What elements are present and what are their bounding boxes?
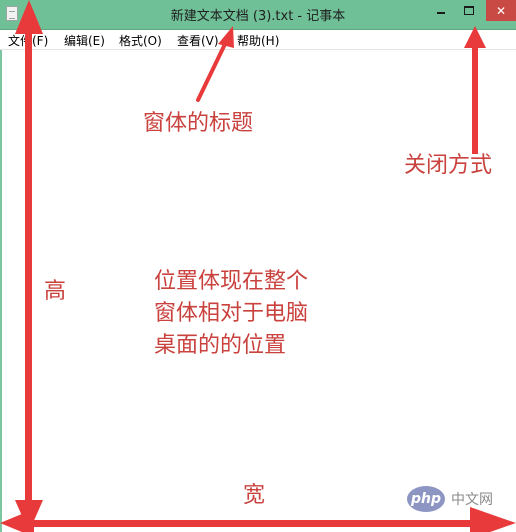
close-icon: ✕ (495, 3, 507, 18)
watermark-site-text: 中文网 (451, 492, 493, 508)
title-annotation: 窗体的标题 (143, 111, 254, 136)
menu-view[interactable]: 查看(V) (177, 32, 219, 49)
menu-file[interactable]: 文件(F) (8, 32, 48, 49)
menu-help[interactable]: 帮助(H) (237, 32, 279, 49)
minimize-button[interactable] (430, 0, 452, 21)
title-bar[interactable]: 新建文本文档 (3).txt - 记事本 ✕ (0, 0, 516, 30)
php-logo-icon: php (407, 486, 445, 512)
maximize-icon (464, 6, 474, 15)
notepad-window: 新建文本文档 (3).txt - 记事本 ✕ 文件(F) 编辑(E) 格式(O)… (0, 0, 516, 532)
width-annotation: 宽 (243, 483, 266, 508)
position-line-2: 窗体相对于电脑 (154, 300, 309, 326)
close-annotation: 关闭方式 (404, 153, 493, 178)
menu-bar: 文件(F) 编辑(E) 格式(O) 查看(V) 帮助(H) (0, 30, 516, 50)
watermark: php 中文网 (407, 486, 493, 512)
height-annotation: 高 (44, 279, 67, 304)
menu-edit[interactable]: 编辑(E) (64, 32, 105, 49)
position-line-3: 桌面的的位置 (154, 332, 287, 358)
maximize-button[interactable] (456, 0, 482, 21)
position-annotation: 位置体现在整个 窗体相对于电脑 桌面的的位置 (154, 266, 308, 362)
minimize-icon (437, 11, 445, 14)
position-line-1: 位置体现在整个 (154, 269, 309, 294)
close-button[interactable]: ✕ (486, 0, 516, 21)
menu-format[interactable]: 格式(O) (119, 32, 162, 49)
